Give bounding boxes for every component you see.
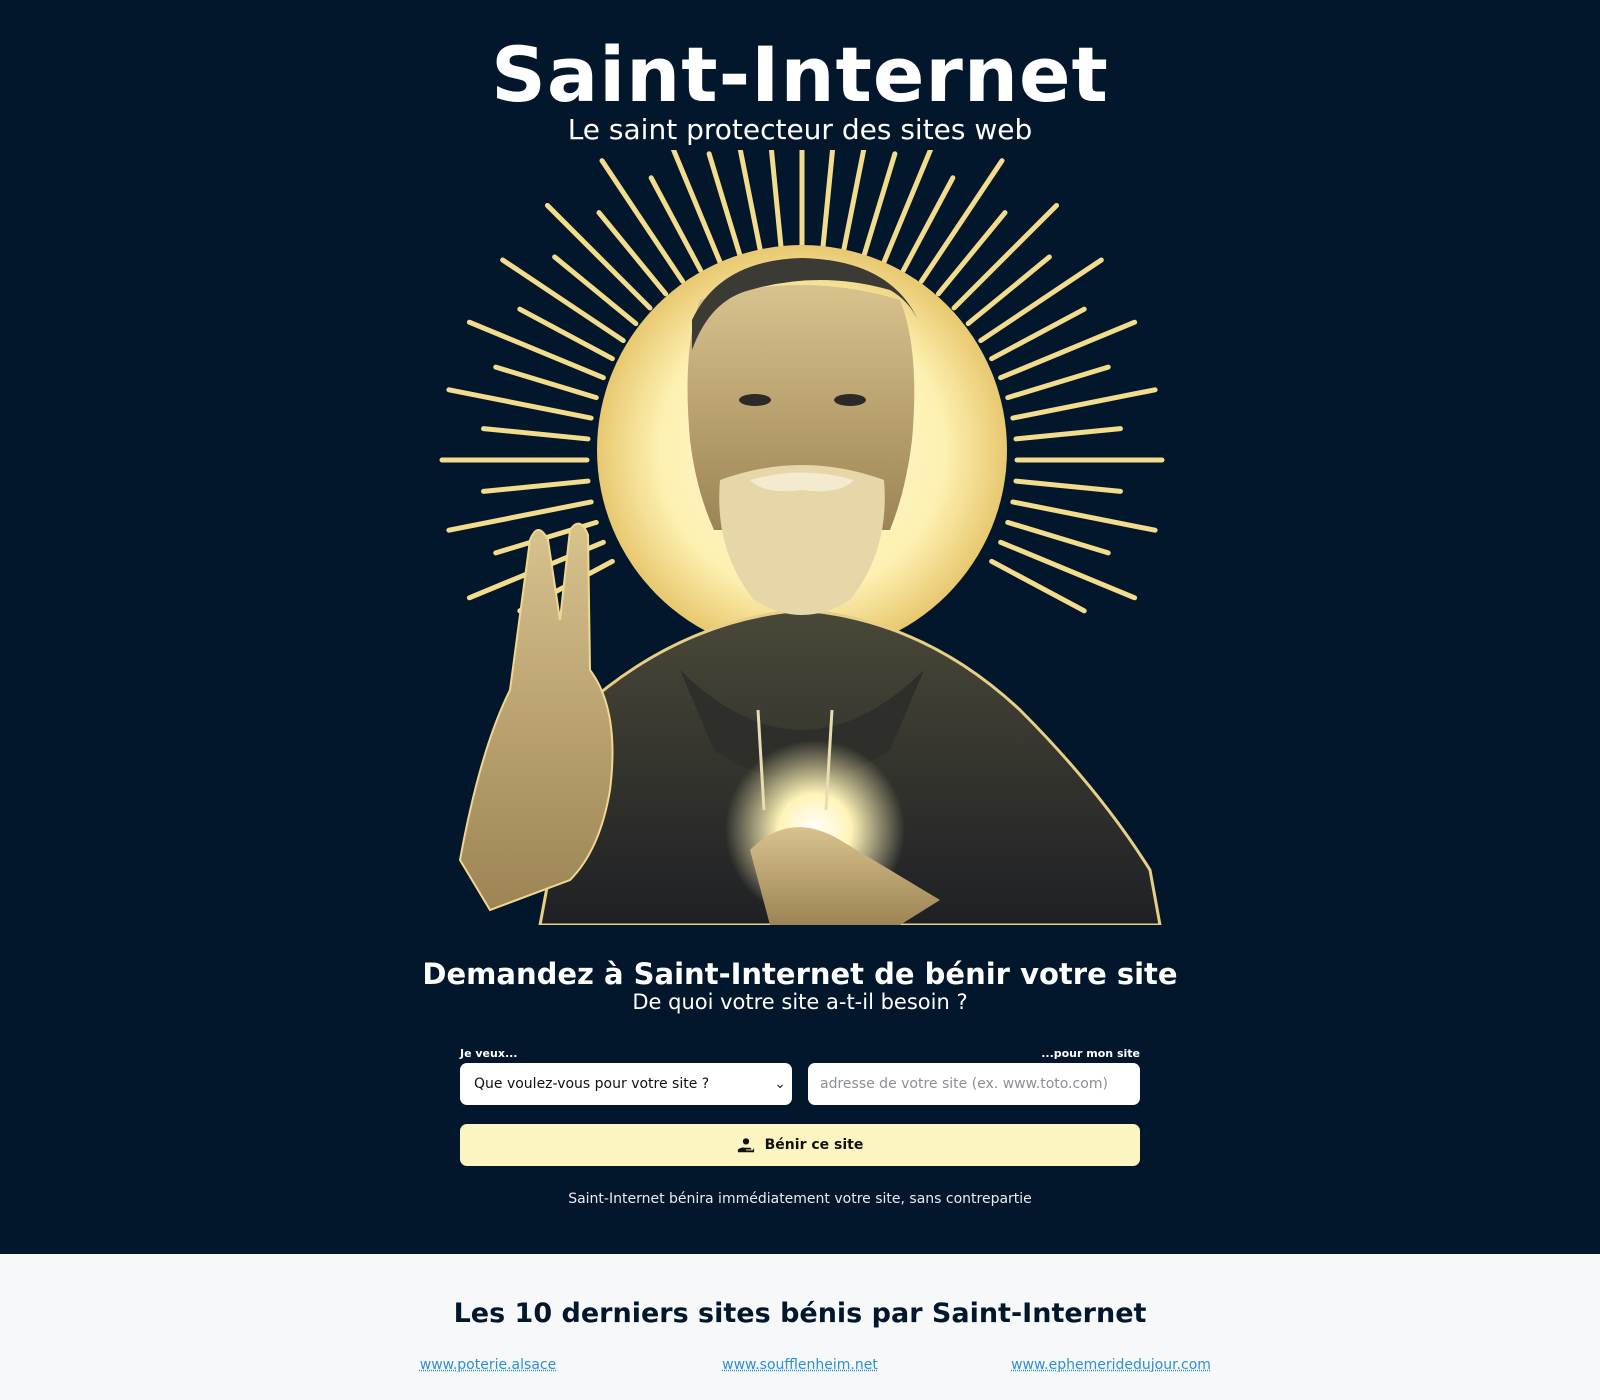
recent-site-link[interactable]: www.soufflenheim.net — [670, 1357, 930, 1373]
bless-heading: Demandez à Saint-Internet de bénir votre… — [422, 957, 1178, 991]
chevron-down-icon: ⌄ — [774, 1076, 786, 1092]
site-subtitle: Le saint protecteur des sites web — [567, 113, 1033, 146]
blessing-hand-icon — [737, 1138, 754, 1153]
recent-title: Les 10 derniers sites bénis par Saint-In… — [453, 1298, 1147, 1329]
saint-illustration — [420, 150, 1180, 925]
bless-button[interactable]: Bénir ce site — [460, 1124, 1140, 1166]
recent-site-link[interactable]: www.ephemeridedujour.com — [981, 1357, 1241, 1373]
for-label: ...pour mon site — [1041, 1047, 1140, 1060]
recent-blessed-section: Les 10 derniers sites bénis par Saint-In… — [0, 1254, 1600, 1400]
wish-select-value: Que voulez-vous pour votre site ? — [474, 1076, 710, 1092]
wish-select[interactable]: Que voulez-vous pour votre site ? ⌄ — [460, 1063, 792, 1105]
bless-subheading: De quoi votre site a-t-il besoin ? — [632, 990, 968, 1014]
site-title: Saint-Internet — [491, 30, 1109, 119]
site-url-input[interactable] — [808, 1063, 1140, 1105]
bless-note: Saint-Internet bénira immédiatement votr… — [568, 1191, 1032, 1207]
want-label: Je veux... — [460, 1047, 518, 1060]
recent-site-link[interactable]: www.poterie.alsace — [358, 1357, 618, 1373]
hero-section: Saint-Internet Le saint protecteur des s… — [0, 0, 1600, 1254]
bless-button-label: Bénir ce site — [764, 1137, 864, 1153]
